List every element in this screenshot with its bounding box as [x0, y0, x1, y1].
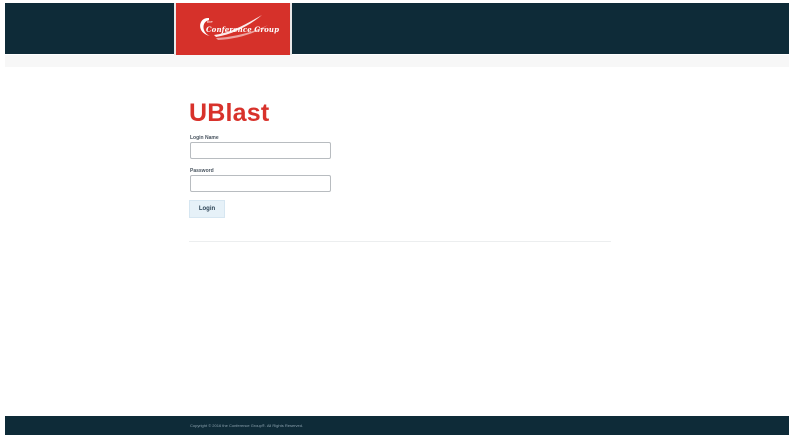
sub-header-strip — [5, 55, 789, 67]
login-name-label: Login Name — [190, 135, 219, 141]
logo-name: Conference Group — [206, 25, 280, 34]
login-name-field[interactable] — [190, 142, 331, 159]
page: the Conference Group UBlast Login Name P… — [0, 0, 789, 435]
login-button[interactable]: Login — [189, 200, 225, 218]
footer-bar: Copyright © 2016 the Conference Group®. … — [5, 416, 789, 435]
password-label: Password — [190, 168, 214, 174]
logo-prefix: the — [207, 19, 213, 24]
password-field[interactable] — [190, 175, 331, 192]
content-divider — [189, 241, 611, 242]
top-header-bar: the Conference Group — [5, 3, 789, 55]
page-title: UBlast — [189, 99, 270, 127]
conference-group-logo[interactable]: the Conference Group — [174, 3, 292, 55]
copyright-text: Copyright © 2016 the Conference Group®. … — [190, 423, 304, 428]
